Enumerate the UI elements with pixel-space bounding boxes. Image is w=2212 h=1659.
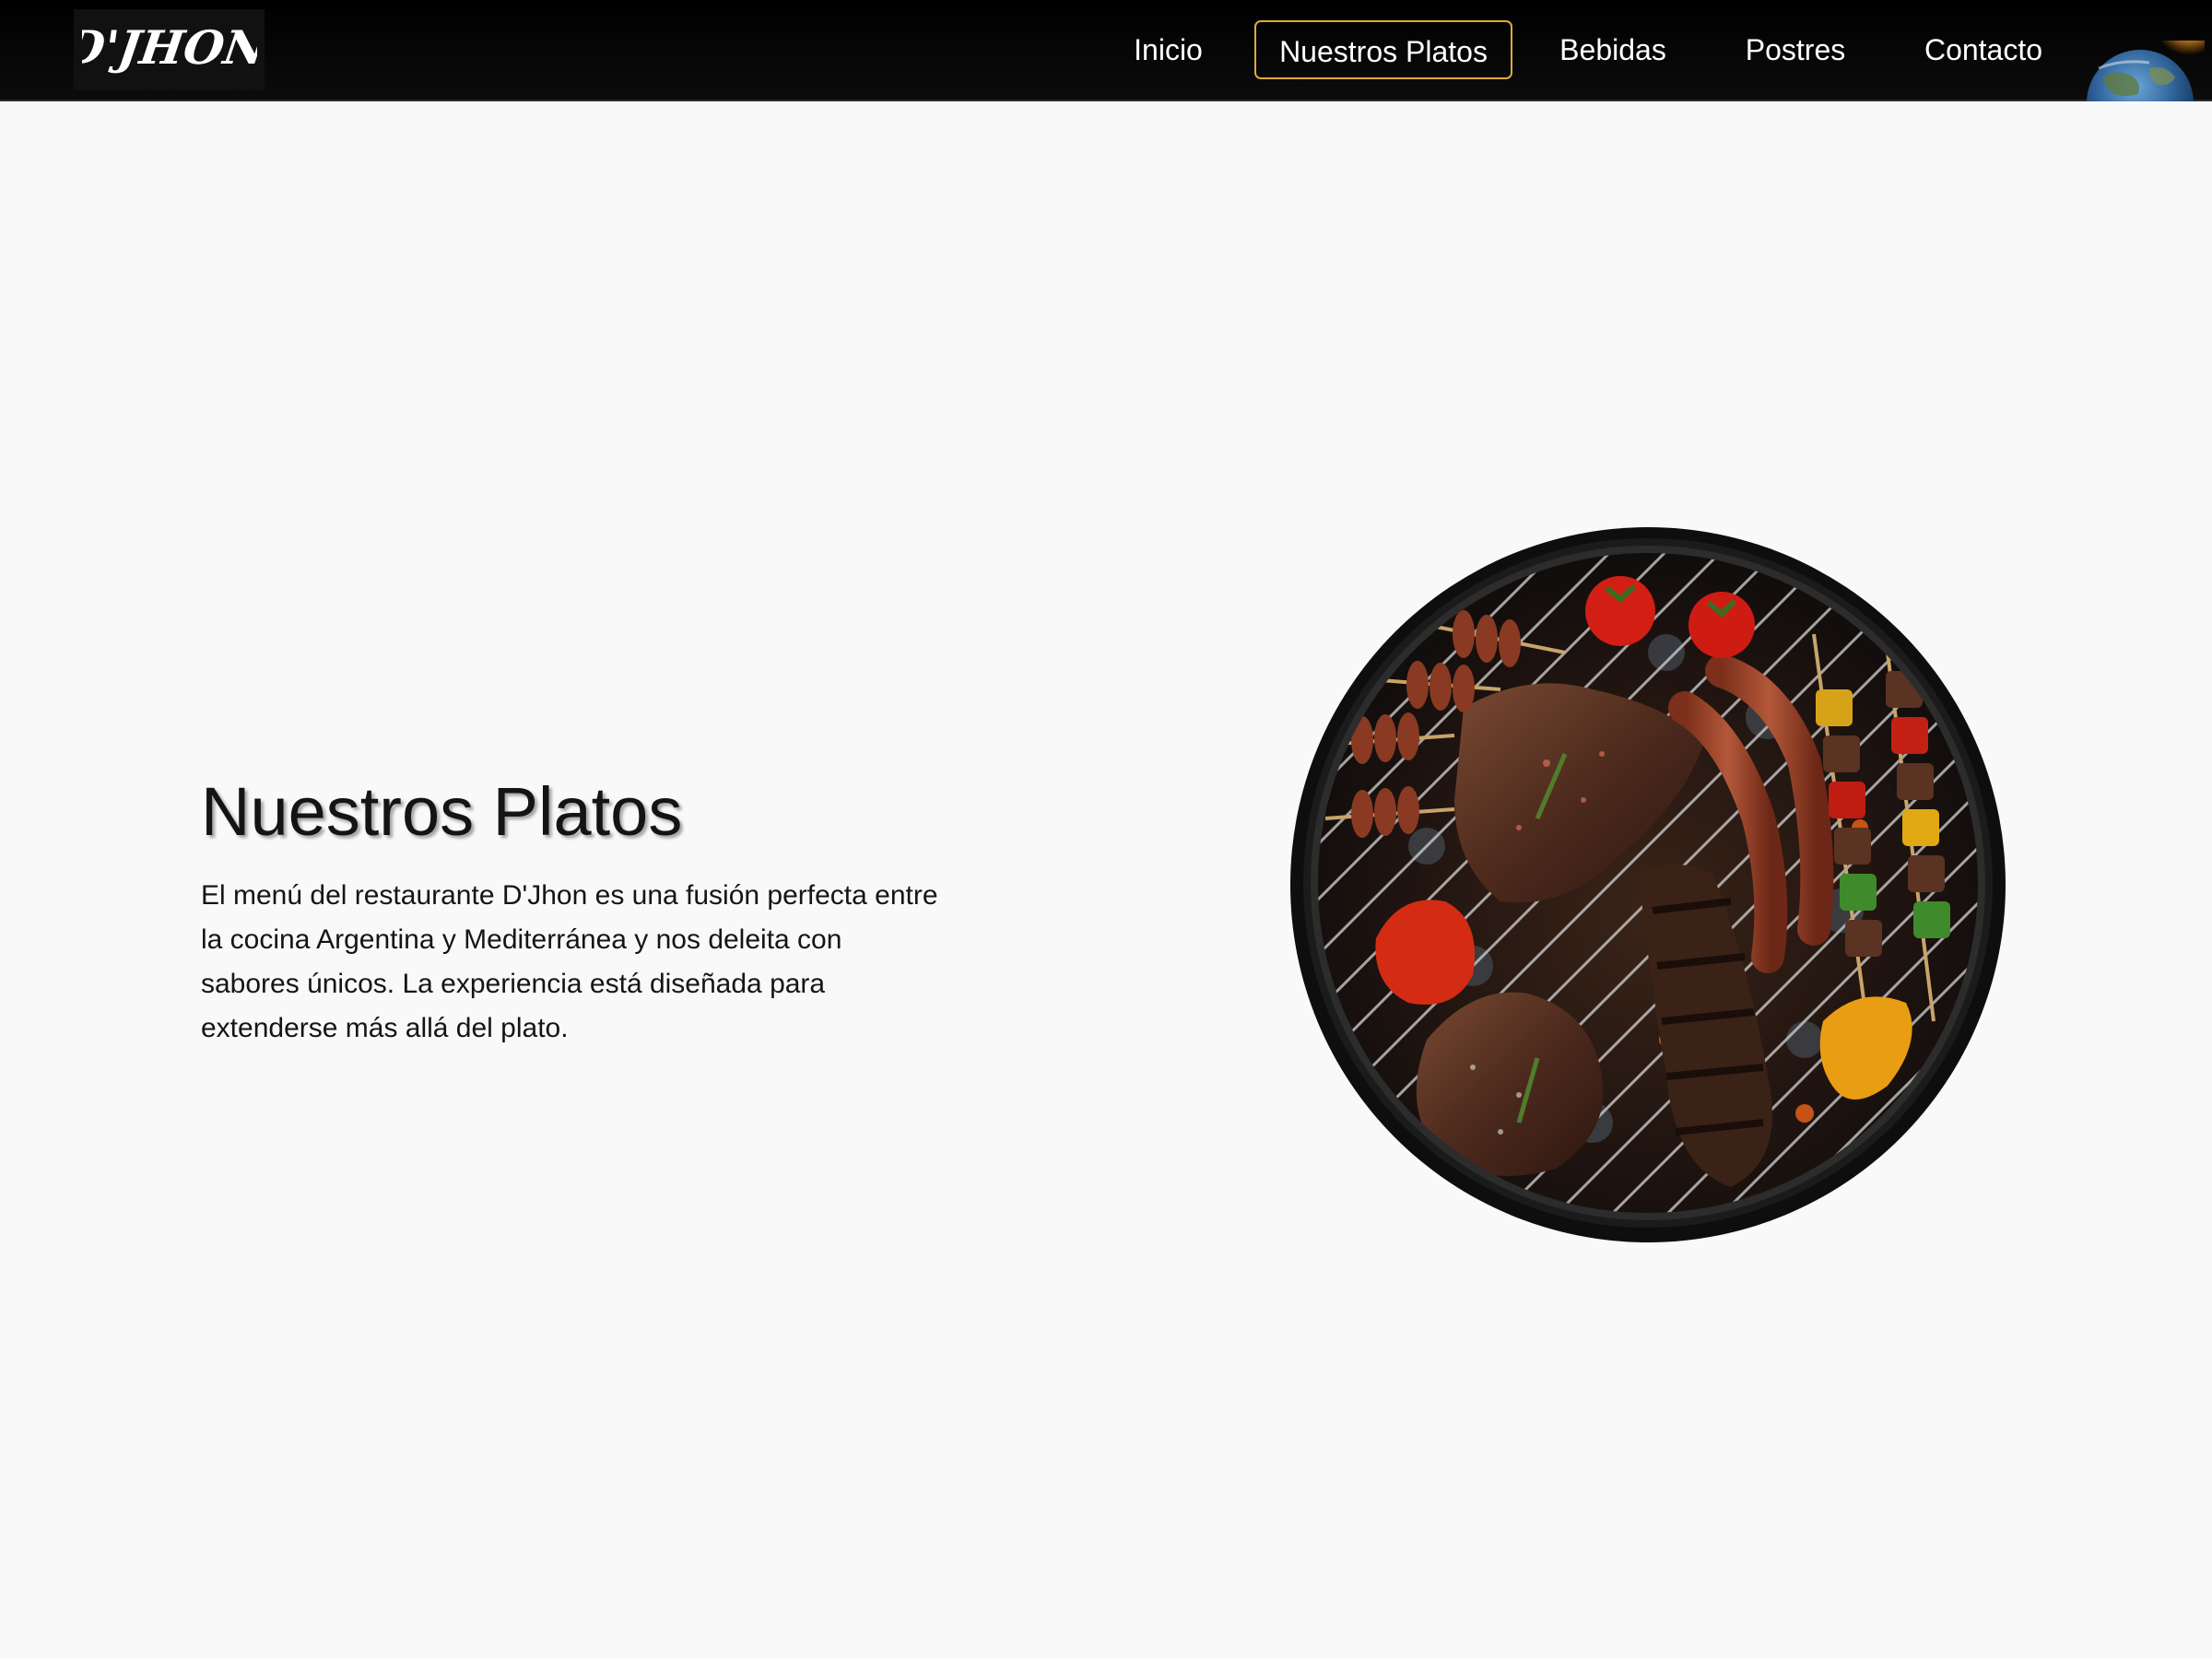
grill-food-image bbox=[1288, 524, 2007, 1242]
nav-link-inicio[interactable]: Inicio bbox=[1124, 20, 1212, 79]
page-description: El menú del restaurante D'Jhon es una fu… bbox=[201, 880, 938, 1043]
page-title: Nuestros Platos bbox=[201, 773, 683, 850]
nav-link-contacto[interactable]: Contacto bbox=[1924, 20, 2043, 79]
main-nav: Inicio Nuestros Platos Bebidas Postres C… bbox=[0, 0, 2212, 101]
top-navbar: D'JHON Inicio Nuestros Platos Bebidas Po… bbox=[0, 0, 2212, 101]
nav-link-postres[interactable]: Postres bbox=[1740, 20, 1851, 79]
globe-icon[interactable] bbox=[2085, 41, 2205, 101]
nav-link-nuestros-platos[interactable]: Nuestros Platos bbox=[1254, 20, 1512, 79]
nav-link-bebidas[interactable]: Bebidas bbox=[1558, 20, 1668, 79]
